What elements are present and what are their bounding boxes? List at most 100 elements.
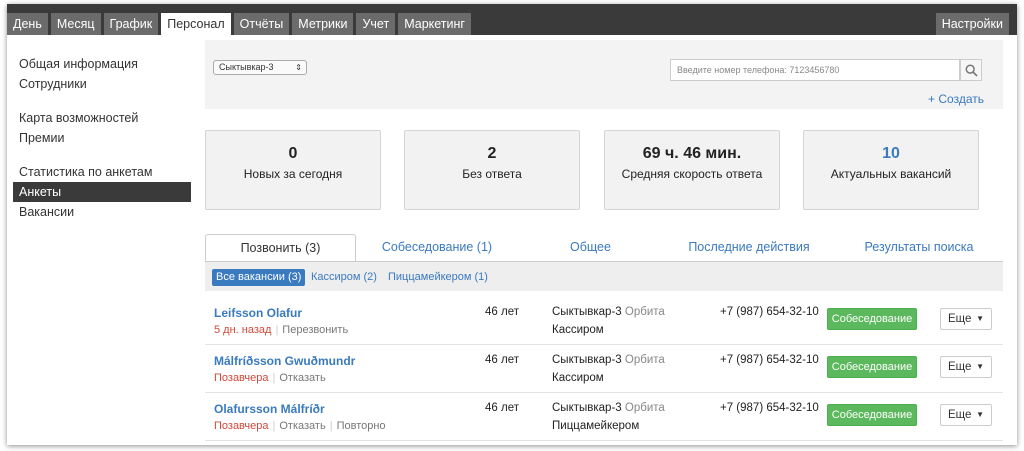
chevron-updown-icon: ⇕ <box>295 63 302 72</box>
applicant-location: Сыктывкар-3 Орбита <box>552 402 665 414</box>
stat-label: Без ответа <box>462 167 522 181</box>
top-tab[interactable]: День <box>7 13 48 35</box>
sidebar-item[interactable]: Карта возможностей <box>13 108 191 128</box>
location-select-value: Сыктывкар-3 <box>219 62 274 72</box>
more-label: Еще <box>948 313 972 325</box>
row-action-link[interactable]: Отказать <box>279 372 325 384</box>
stat-card: 2 Без ответа <box>404 130 580 210</box>
top-tab[interactable]: График <box>103 13 159 35</box>
sidebar-group: Карта возможностей Премии <box>13 108 191 148</box>
stat-value: 0 <box>288 145 298 162</box>
applicant-meta: 5 дн. назад | Перезвонить <box>214 324 348 336</box>
applied-time: 5 дн. назад <box>214 324 272 336</box>
table-row: Olafursson Málfríðr Позавчера | Отказать | По… <box>205 393 1003 441</box>
separator: | <box>272 372 276 384</box>
stat-value: 69 ч. 46 мин. <box>642 145 742 162</box>
applicant-phone: +7 (987) 654-32-10 <box>720 306 819 318</box>
vacancy-filter[interactable]: Пиццамейкером (1) <box>388 269 488 286</box>
location-select[interactable]: Сыктывкар-3 ⇕ <box>213 60 307 75</box>
applicant-tab[interactable]: Позвонить (3) <box>205 234 356 262</box>
sidebar-item[interactable]: Сотрудники <box>13 74 191 94</box>
top-navigation: День Месяц График Персонал Отчёты Метрики Учет… <box>7 4 1017 35</box>
interview-button[interactable]: Собеседование <box>827 308 917 330</box>
top-tab[interactable]: Персонал <box>161 13 231 35</box>
interview-button[interactable]: Собеседование <box>827 404 917 426</box>
sidebar-item[interactable]: Статистика по анкетам <box>13 162 191 182</box>
stats-panel: 0 Новых за сегодня 2 Без ответа 69 ч. 46 мин… <box>205 130 1003 210</box>
separator: | <box>329 420 333 432</box>
more-dropdown-button[interactable]: Еще ▼ <box>940 356 992 378</box>
applicant-age: 46 лет <box>485 306 519 318</box>
stat-card: 69 ч. 46 мин. Средняя скорость ответа <box>604 130 780 210</box>
applicant-vacancy: Пиццамейкером <box>552 420 640 432</box>
applied-time: Позавчера <box>214 420 269 432</box>
applicant-tabs: Позвонить (3) Собеседование (1) Общее После… <box>205 234 1003 262</box>
row-action-link[interactable]: Перезвонить <box>282 324 348 336</box>
stat-card: 10 Актуальных вакансий <box>803 130 979 210</box>
vacancy-filter-bar: Все вакансии (3) Кассиром (2) Пиццамейкеро… <box>205 261 1003 291</box>
applicant-phone: +7 (987) 654-32-10 <box>720 402 819 414</box>
top-tab[interactable]: Учет <box>356 13 396 35</box>
more-label: Еще <box>948 361 972 373</box>
caret-down-icon: ▼ <box>976 314 984 323</box>
more-dropdown-button[interactable]: Еще ▼ <box>940 308 992 330</box>
search-icon <box>965 64 978 77</box>
location-branch: Орбита <box>624 402 665 414</box>
table-row: Málfríðsson Gwuðmundr Позавчера | Отказать 4… <box>205 345 1003 393</box>
filter-bar: Сыктывкар-3 ⇕ Введите номер телефона: 71… <box>205 40 1003 109</box>
location-branch: Орбита <box>624 306 665 318</box>
applicant-tab[interactable]: Результаты поиска <box>835 234 1003 262</box>
location-city: Сыктывкар-3 <box>552 354 622 366</box>
applicant-name-link[interactable]: Málfríðsson Gwuðmundr <box>214 354 355 368</box>
vacancy-filter[interactable]: Все вакансии (3) <box>212 269 306 286</box>
sidebar-group: Статистика по анкетам Анкеты Вакансии <box>13 162 191 222</box>
sidebar-item[interactable]: Анкеты <box>13 182 191 202</box>
location-city: Сыктывкар-3 <box>552 402 622 414</box>
location-branch: Орбита <box>624 354 665 366</box>
applicant-age: 46 лет <box>485 354 519 366</box>
app-window: День Месяц График Персонал Отчёты Метрики Учет… <box>7 4 1017 445</box>
top-nav-tabs: День Месяц График Персонал Отчёты Метрики Учет… <box>7 13 474 35</box>
separator: | <box>275 324 279 336</box>
top-tab[interactable]: Маркетинг <box>398 13 471 35</box>
stat-label: Актуальных вакансий <box>830 167 952 181</box>
caret-down-icon: ▼ <box>976 362 984 371</box>
search-button[interactable] <box>960 59 982 81</box>
settings-tab[interactable]: Настройки <box>935 13 1009 35</box>
applicant-name-link[interactable]: Leifsson Olafur <box>214 306 302 320</box>
more-label: Еще <box>948 409 972 421</box>
stat-label: Новых за сегодня <box>243 167 343 181</box>
top-tab[interactable]: Отчёты <box>233 13 290 35</box>
interview-button[interactable]: Собеседование <box>827 356 917 378</box>
applicant-vacancy: Кассиром <box>552 372 604 384</box>
applied-time: Позавчера <box>214 372 269 384</box>
applicant-name-link[interactable]: Olafursson Málfríðr <box>214 402 325 416</box>
phone-search-input[interactable]: Введите номер телефона: 7123456780 <box>670 59 960 81</box>
sidebar-group: Общая информация Сотрудники <box>13 54 191 94</box>
applicant-meta: Позавчера | Отказать <box>214 372 326 384</box>
stat-card: 0 Новых за сегодня <box>205 130 381 210</box>
sidebar: Общая информация Сотрудники Карта возможно… <box>13 54 191 236</box>
row-action-link[interactable]: Отказать <box>279 420 325 432</box>
sidebar-item[interactable]: Общая информация <box>13 54 191 74</box>
create-link[interactable]: + Создать <box>928 92 984 106</box>
stat-value: 10 <box>882 145 900 162</box>
top-tab[interactable]: Метрики <box>292 13 354 35</box>
applicant-phone: +7 (987) 654-32-10 <box>720 354 819 366</box>
table-row: Leifsson Olafur 5 дн. назад | Перезвонить 46… <box>205 297 1003 345</box>
applicant-tab[interactable]: Последние действия <box>663 234 835 262</box>
location-city: Сыктывкар-3 <box>552 306 622 318</box>
applicant-meta: Позавчера | Отказать | Повторно <box>214 420 386 432</box>
applicant-location: Сыктывкар-3 Орбита <box>552 354 665 366</box>
more-dropdown-button[interactable]: Еще ▼ <box>940 404 992 426</box>
top-tab[interactable]: Месяц <box>50 13 101 35</box>
row-action-link[interactable]: Повторно <box>337 420 386 432</box>
vacancy-filter[interactable]: Кассиром (2) <box>311 269 377 286</box>
sidebar-item[interactable]: Премии <box>13 128 191 148</box>
separator: | <box>272 420 276 432</box>
applicant-tab[interactable]: Собеседование (1) <box>356 234 518 262</box>
applicant-age: 46 лет <box>485 402 519 414</box>
caret-down-icon: ▼ <box>976 410 984 419</box>
applicant-tab[interactable]: Общее <box>518 234 663 262</box>
sidebar-item[interactable]: Вакансии <box>13 202 191 222</box>
